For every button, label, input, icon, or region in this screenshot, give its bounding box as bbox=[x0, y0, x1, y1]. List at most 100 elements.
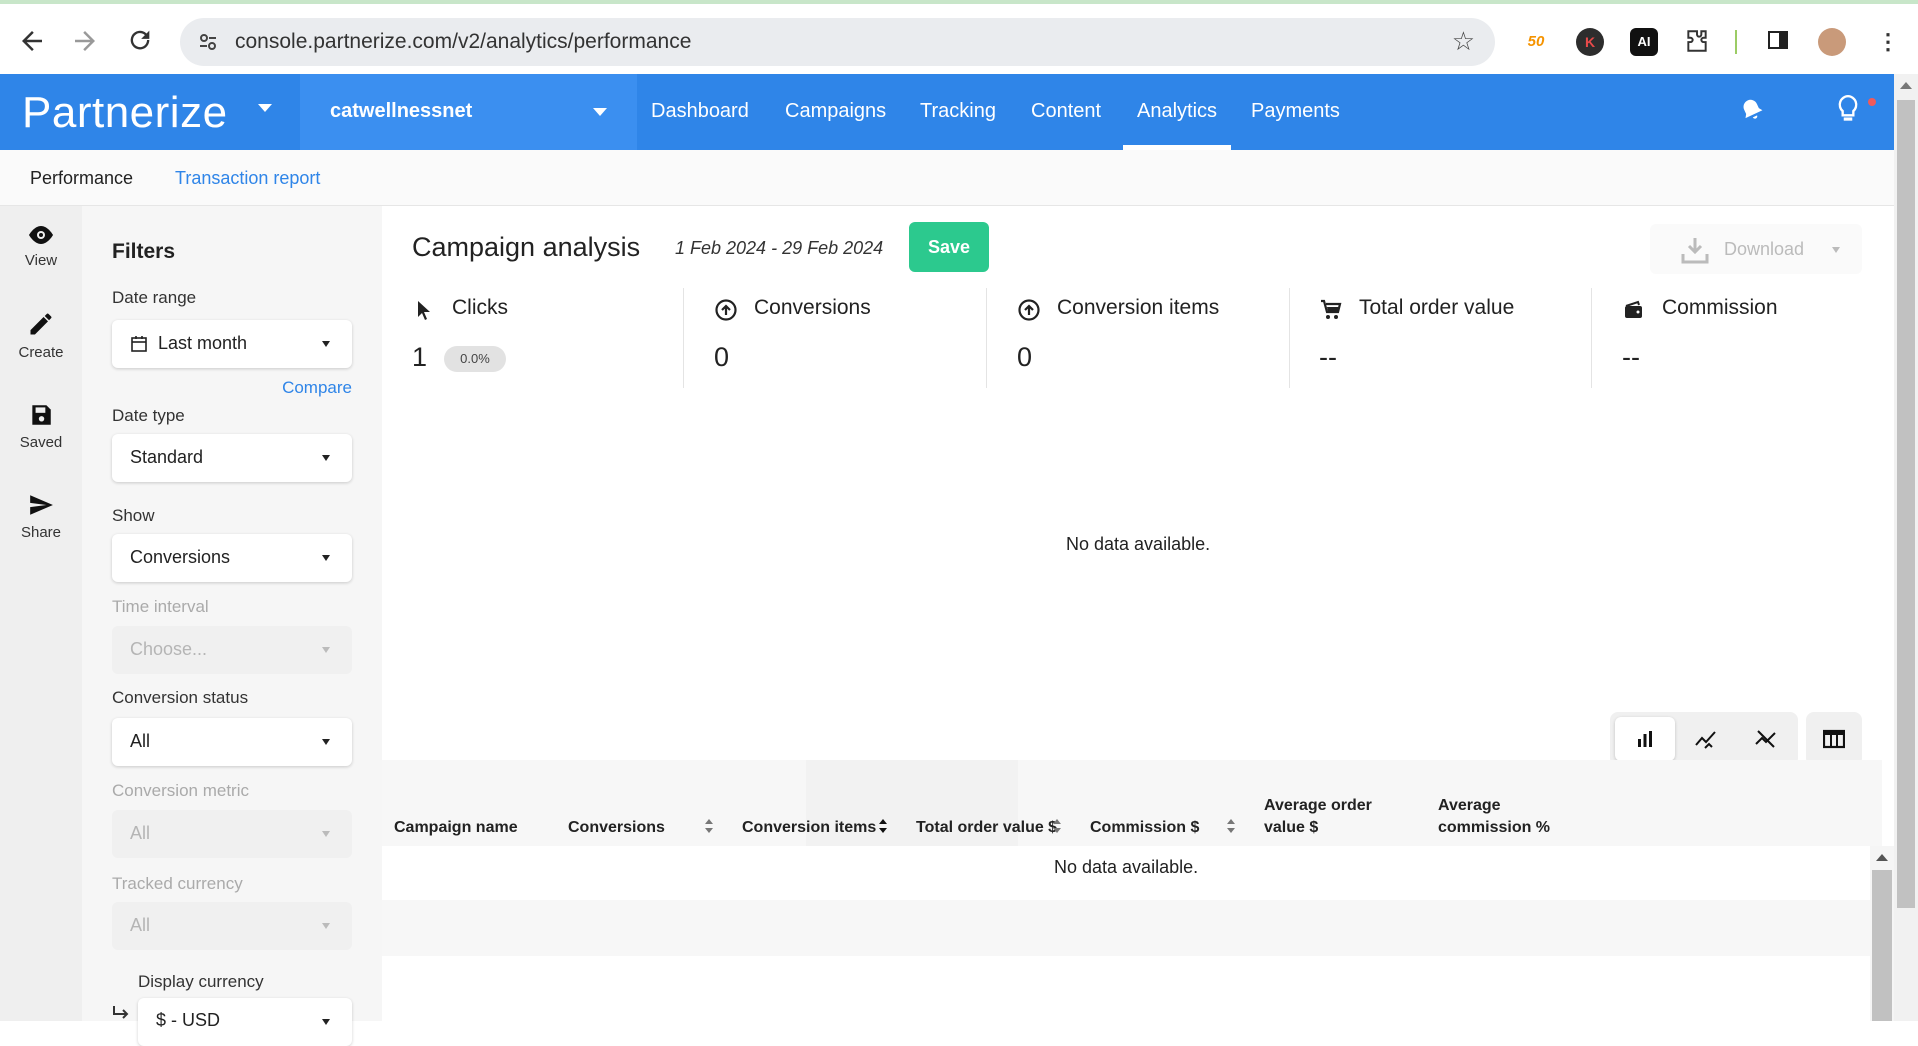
extension-k-icon[interactable]: K bbox=[1576, 28, 1604, 56]
logo-dropdown-icon[interactable] bbox=[258, 104, 272, 112]
download-button[interactable]: Download bbox=[1650, 224, 1862, 274]
chevron-down-icon bbox=[322, 647, 330, 653]
rail-create[interactable]: Create bbox=[0, 310, 82, 361]
chevron-down-icon bbox=[322, 923, 330, 929]
reload-icon[interactable] bbox=[125, 26, 155, 56]
nav-analytics[interactable]: Analytics bbox=[1122, 100, 1232, 150]
display-currency-select[interactable]: $ - USD bbox=[138, 998, 352, 1046]
date-range-label: Date range bbox=[112, 288, 197, 307]
show-select[interactable]: Conversions bbox=[112, 534, 352, 582]
metric-value: 0 bbox=[714, 342, 730, 372]
sort-icon[interactable] bbox=[1052, 818, 1062, 834]
rail-view-label: View bbox=[24, 252, 58, 269]
display-currency-label: Display currency bbox=[138, 972, 264, 991]
site-settings-icon[interactable] bbox=[198, 32, 218, 52]
extensions-puzzle-icon[interactable] bbox=[1683, 28, 1711, 56]
profile-avatar[interactable] bbox=[1818, 28, 1846, 56]
table-scrollbar[interactable] bbox=[1870, 846, 1894, 1021]
column-conversion-items[interactable]: Conversion items bbox=[742, 817, 876, 839]
side-panel-icon[interactable] bbox=[1764, 28, 1792, 56]
nav-dashboard[interactable]: Dashboard bbox=[651, 100, 749, 123]
account-dropdown-icon bbox=[593, 108, 607, 116]
account-selector[interactable]: catwellnessnet bbox=[300, 74, 637, 150]
browser-menu-icon[interactable]: ⋮ bbox=[1874, 28, 1902, 56]
column-average-order-value[interactable]: Average order value $ bbox=[1264, 795, 1404, 839]
chevron-down-icon bbox=[322, 739, 330, 745]
browser-toolbar: console.partnerize.com/v2/analytics/perf… bbox=[0, 0, 1918, 74]
nav-content[interactable]: Content bbox=[1031, 100, 1101, 123]
column-conversions[interactable]: Conversions bbox=[568, 817, 665, 839]
compare-link[interactable]: Compare bbox=[282, 378, 352, 398]
lightbulb-icon[interactable] bbox=[1835, 94, 1861, 126]
rail-view[interactable]: View bbox=[0, 224, 82, 269]
download-icon bbox=[1681, 238, 1709, 264]
scroll-up-icon[interactable] bbox=[1900, 82, 1912, 89]
filters-heading: Filters bbox=[112, 240, 176, 263]
metric-label: Commission bbox=[1662, 296, 1778, 319]
page-scroll-thumb[interactable] bbox=[1897, 100, 1915, 908]
rail-share[interactable]: Share bbox=[0, 492, 82, 541]
date-type-value: Standard bbox=[130, 447, 204, 467]
date-type-select[interactable]: Standard bbox=[112, 434, 352, 482]
table-row bbox=[382, 900, 1870, 956]
chart-view-toggle bbox=[1610, 712, 1798, 766]
sort-icon[interactable] bbox=[878, 818, 888, 834]
nav-campaigns[interactable]: Campaigns bbox=[785, 100, 886, 123]
column-average-commission[interactable]: Average commission % bbox=[1438, 795, 1598, 839]
sort-icon[interactable] bbox=[1226, 818, 1236, 834]
notification-dot bbox=[1868, 98, 1876, 106]
nav-tracking[interactable]: Tracking bbox=[920, 100, 996, 123]
column-total-order-value[interactable]: Total order value $ bbox=[916, 817, 1057, 839]
chevron-down-icon bbox=[322, 555, 330, 561]
sort-icon[interactable] bbox=[704, 818, 714, 834]
metric-value: -- bbox=[1319, 342, 1337, 372]
floppy-disk-icon bbox=[32, 405, 51, 425]
date-range-display: 1 Feb 2024 - 29 Feb 2024 bbox=[675, 238, 884, 258]
tab-performance[interactable]: Performance bbox=[30, 168, 133, 189]
back-icon[interactable] bbox=[17, 26, 47, 56]
bookmark-star-icon[interactable]: ☆ bbox=[1452, 26, 1475, 57]
chevron-down-icon bbox=[1832, 247, 1840, 253]
tab-transaction-report[interactable]: Transaction report bbox=[175, 168, 320, 189]
metric-clicks: Clicks 1 0.0% bbox=[412, 288, 712, 388]
bar-chart-view-button[interactable] bbox=[1615, 717, 1675, 761]
metric-divider bbox=[1591, 288, 1592, 388]
column-commission[interactable]: Commission $ bbox=[1090, 817, 1199, 839]
arrow-up-circle-icon bbox=[1018, 299, 1040, 321]
metric-conversions: Conversions 0 bbox=[714, 288, 1014, 388]
date-range-select[interactable]: Last month bbox=[112, 320, 352, 368]
scroll-up-icon[interactable] bbox=[1876, 854, 1888, 861]
rail-saved[interactable]: Saved bbox=[0, 402, 82, 451]
tracked-currency-label: Tracked currency bbox=[112, 874, 243, 893]
column-campaign-name[interactable]: Campaign name bbox=[394, 817, 518, 839]
line-chart-view-button[interactable] bbox=[1675, 717, 1735, 761]
table-scroll-thumb[interactable] bbox=[1872, 870, 1892, 1021]
pencil-icon bbox=[30, 313, 52, 335]
nav-payments[interactable]: Payments bbox=[1251, 100, 1340, 123]
metric-conversion-items: Conversion items 0 bbox=[1017, 288, 1317, 388]
extension-50-icon[interactable]: 50 bbox=[1522, 28, 1550, 56]
time-interval-value: Choose... bbox=[130, 639, 208, 659]
time-interval-select: Choose... bbox=[112, 626, 352, 674]
extension-ai-icon[interactable]: AI bbox=[1630, 28, 1658, 56]
notifications-bell-icon[interactable] bbox=[1738, 96, 1766, 124]
forward-icon[interactable] bbox=[70, 26, 100, 56]
calendar-icon bbox=[131, 336, 147, 352]
metric-commission: Commission -- bbox=[1622, 288, 1918, 388]
conversion-metric-value: All bbox=[130, 823, 151, 843]
page-scrollbar[interactable] bbox=[1894, 74, 1918, 1021]
url-text[interactable]: console.partnerize.com/v2/analytics/perf… bbox=[235, 30, 691, 54]
columns-button[interactable] bbox=[1806, 712, 1862, 766]
return-arrow-icon bbox=[113, 1006, 129, 1019]
chevron-down-icon bbox=[322, 341, 330, 347]
partnerize-logo[interactable]: Partnerize bbox=[22, 88, 228, 138]
hide-chart-button[interactable] bbox=[1735, 717, 1795, 761]
app-header: Partnerize catwellnessnet Dashboard Camp… bbox=[0, 74, 1894, 150]
save-button[interactable]: Save bbox=[909, 222, 989, 272]
wallet-icon bbox=[1625, 300, 1642, 318]
table-header: Campaign name Conversions Conversion ite… bbox=[382, 760, 1882, 846]
main-content: Campaign analysis 1 Feb 2024 - 29 Feb 20… bbox=[382, 206, 1894, 1021]
conversion-status-select[interactable]: All bbox=[112, 718, 352, 766]
bar-chart-icon bbox=[1638, 731, 1652, 747]
address-bar[interactable]: console.partnerize.com/v2/analytics/perf… bbox=[180, 18, 1495, 66]
